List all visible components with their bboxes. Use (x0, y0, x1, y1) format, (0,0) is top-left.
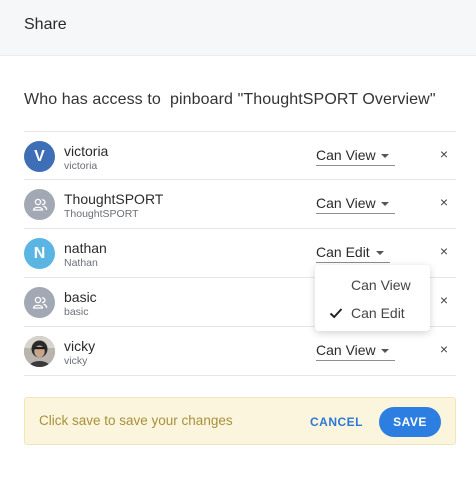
access-heading: Who has access to pinboard "ThoughtSPORT… (24, 91, 436, 108)
remove-button[interactable]: × (437, 146, 451, 162)
save-hint: Click save to save your changes (39, 413, 233, 428)
caret-down-icon (381, 349, 389, 353)
user-name: vicky (64, 338, 96, 354)
user-name: victoria (64, 143, 109, 159)
cancel-button[interactable]: CANCEL (310, 415, 363, 429)
avatar: V (24, 141, 55, 172)
avatar (24, 336, 55, 367)
save-button[interactable]: SAVE (379, 407, 441, 437)
save-banner: Click save to save your changes CANCEL S… (24, 397, 456, 445)
menu-item-label: Can View (351, 277, 411, 293)
dialog-title: Share (24, 16, 67, 33)
permission-value: Can View (316, 195, 376, 211)
access-list: V victoria victoria Can View × ThoughtSP… (24, 131, 456, 376)
avatar (24, 189, 55, 220)
remove-button[interactable]: × (437, 243, 451, 259)
permission-value: Can View (316, 147, 376, 163)
user-photo (24, 336, 55, 367)
check-icon (329, 308, 343, 319)
menu-item-can-view[interactable]: Can View (315, 273, 430, 297)
user-username: Nathan (64, 257, 98, 269)
menu-item-label: Can Edit (351, 305, 405, 321)
caret-down-icon (381, 202, 389, 206)
remove-button[interactable]: × (437, 194, 451, 210)
permission-select[interactable]: Can View (316, 146, 395, 166)
user-username: vicky (64, 355, 88, 367)
caret-down-icon (376, 251, 384, 255)
caret-down-icon (381, 154, 389, 158)
group-name: ThoughtSPORT (64, 191, 164, 207)
group-id: ThoughtSPORT (64, 208, 139, 220)
group-icon (32, 198, 47, 211)
permission-select[interactable]: Can View (316, 194, 395, 214)
user-name: nathan (64, 240, 107, 256)
remove-button[interactable]: × (437, 292, 451, 308)
group-id: basic (64, 306, 89, 318)
menu-item-can-edit[interactable]: Can Edit (315, 301, 430, 325)
access-row-thoughtsport: ThoughtSPORT ThoughtSPORT Can View × (24, 180, 456, 229)
access-row-vicky: vicky vicky Can View × (24, 327, 456, 376)
access-row-victoria: V victoria victoria Can View × (24, 131, 456, 180)
permission-value: Can View (316, 342, 376, 358)
permission-select[interactable]: Can View (316, 341, 395, 361)
permission-dropdown-menu: Can View Can Edit (315, 265, 430, 331)
dialog-header: Share (0, 0, 476, 56)
remove-button[interactable]: × (437, 341, 451, 357)
avatar: N (24, 238, 55, 269)
group-icon (32, 296, 47, 309)
avatar-letter: V (34, 147, 45, 165)
avatar (24, 287, 55, 318)
avatar-letter: N (33, 244, 46, 262)
group-name: basic (64, 289, 97, 305)
permission-select[interactable]: Can Edit (316, 243, 390, 263)
user-username: victoria (64, 160, 98, 172)
permission-value: Can Edit (316, 244, 370, 260)
